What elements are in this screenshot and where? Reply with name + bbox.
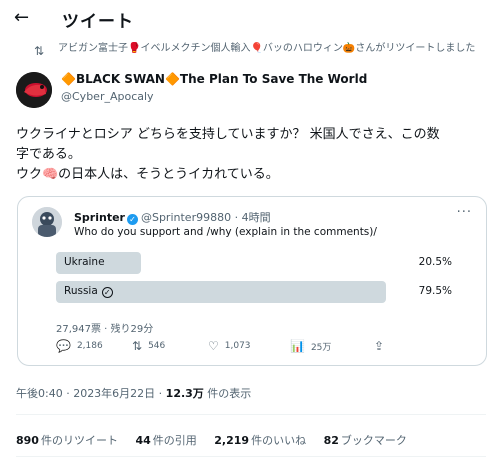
heart-icon: ♡: [208, 339, 219, 353]
poll-option-label: Russia ✓: [64, 285, 113, 298]
poll-option: Ukraine 20.5%: [56, 252, 452, 274]
poll-option-percent: 20.5%: [418, 256, 452, 268]
tweet-timestamp: 午後0:40 · 2023年6月22日 · 12.3万 件の表示: [16, 387, 252, 400]
author-name[interactable]: 🔶BLACK SWAN🔶The Plan To Save The World: [61, 72, 367, 86]
quoted-author-meta: @Sprinter99880 · 4時間: [140, 211, 271, 224]
engagement-stats: 890 件のリツイート 44 件の引用 2,219 件のいいね 82 ブックマーク: [16, 432, 421, 448]
quoted-avatar[interactable]: [32, 207, 62, 237]
poll-option-percent: 79.5%: [418, 285, 452, 297]
poll-option-label: Ukraine: [64, 256, 105, 268]
more-options-icon[interactable]: ···: [457, 205, 472, 220]
reply-button[interactable]: 💬 2,186: [56, 339, 103, 353]
retweet-count: 546: [148, 341, 166, 351]
bar-chart-icon: 📊: [290, 339, 305, 353]
quoted-tweet-actions: 💬 2,186 ⇅ 546 ♡ 1,073 📊 25万 ⇪: [56, 339, 456, 355]
bookmarks-stat[interactable]: 82 ブックマーク: [324, 434, 407, 447]
arrow-left-icon[interactable]: ←: [14, 9, 29, 27]
retweet-icon: ⇅: [132, 339, 143, 353]
view-count: 12.3万: [165, 387, 204, 400]
share-icon: ⇪: [374, 339, 385, 353]
likes-stat[interactable]: 2,219 件のいいね: [214, 434, 306, 447]
reply-icon: 💬: [56, 339, 71, 353]
quotes-stat[interactable]: 44 件の引用: [135, 434, 196, 447]
retweets-stat[interactable]: 890 件のリツイート: [16, 434, 118, 447]
quoted-tweet-text: Who do you support and /why (explain in …: [74, 226, 377, 238]
share-button[interactable]: ⇪: [374, 339, 390, 353]
top-bar: ← ツイート: [0, 0, 501, 40]
tweet-line: 字である。: [16, 147, 81, 162]
quoted-author-name: Sprinter: [74, 211, 125, 224]
avatar[interactable]: [16, 72, 52, 108]
views-count: 25万: [310, 342, 332, 353]
poll-footer: 27,947票 · 残り29分: [56, 324, 154, 335]
tweet-line: ウクライナとロシア どちらを支持していますか？ 米国人でさえ、この数: [16, 127, 440, 142]
divider: [16, 414, 486, 415]
retweet-button[interactable]: ⇅ 546: [132, 339, 165, 353]
page-title: ツイート: [62, 12, 134, 32]
like-count: 1,073: [224, 341, 251, 351]
tweet-line: ウク🧠の日本人は、そうとうイカれている。: [16, 167, 279, 182]
divider: [16, 456, 486, 457]
tweet-text: ウクライナとロシア どちらを支持していますか？ 米国人でさえ、この数 字である。…: [16, 125, 486, 185]
views-button[interactable]: 📊 25万: [290, 339, 331, 353]
reply-count: 2,186: [76, 341, 103, 351]
check-circle-icon: ✓: [101, 287, 113, 298]
poll-option: Russia ✓ 79.5%: [56, 281, 452, 303]
quoted-author-line[interactable]: Sprinter ✓ @Sprinter99880 · 4時間: [74, 209, 271, 225]
like-button[interactable]: ♡ 1,073: [208, 339, 251, 353]
verified-badge-icon: ✓: [126, 214, 138, 225]
retweet-icon: ⇅: [34, 44, 45, 58]
author-handle[interactable]: @Cyber_Apocaly: [61, 90, 154, 103]
retweeted-by-text[interactable]: アビガン富士子🥊イベルメクチン個人輸入🎈バッのハロウィン🎃さんがリツイートしまし…: [58, 42, 494, 56]
